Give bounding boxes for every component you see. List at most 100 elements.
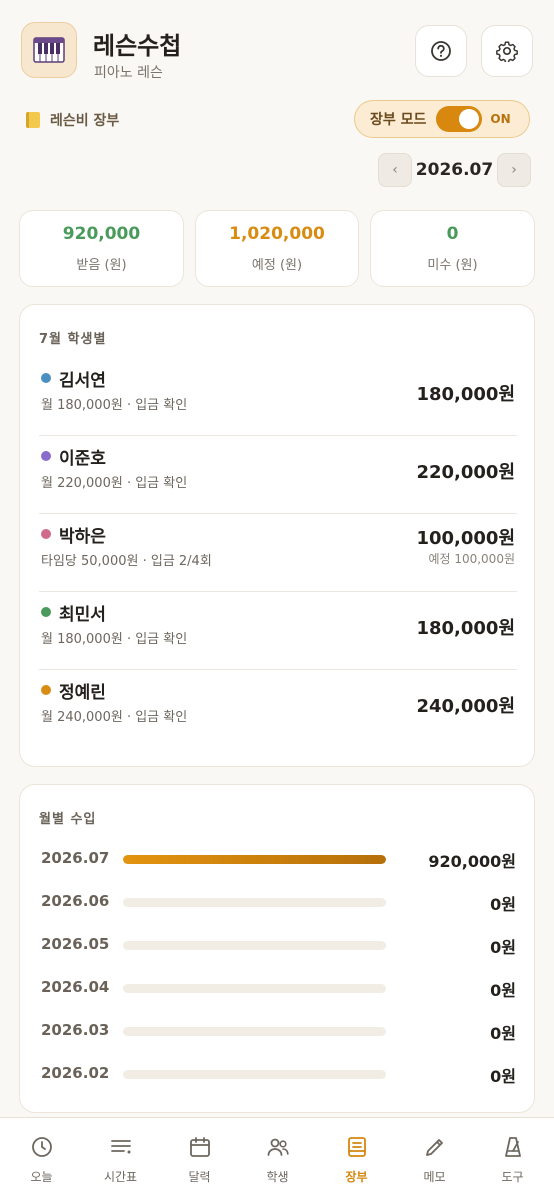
ledger-section-text: 레슨비 장부 <box>50 113 120 129</box>
current-month: 2026.07 <box>415 160 494 180</box>
ledger-mode-switch[interactable] <box>436 106 483 132</box>
student-row[interactable]: 최민서 월 180,000원 · 입금 확인 180,000원 <box>39 592 517 670</box>
income-bar-track <box>123 941 386 950</box>
income-amount: 920,000원 <box>428 852 516 871</box>
app-header: 레슨수첩 피아노 레슨 <box>0 0 554 100</box>
nav-item-students[interactable]: 학생 <box>238 1118 317 1200</box>
calendar-icon <box>189 1137 210 1157</box>
settings-button[interactable] <box>481 25 533 77</box>
student-amount: 220,000원 <box>416 462 515 483</box>
student-color-dot <box>41 529 51 539</box>
nav-label: 메모 <box>423 1170 446 1184</box>
students-panel-title: 7월 학생별 <box>39 332 107 347</box>
nav-item-memo[interactable]: 메모 <box>395 1118 474 1200</box>
scheduled-amount: 1,020,000 <box>229 224 325 244</box>
income-row: 2026.07 920,000원 <box>41 847 516 871</box>
students-panel: 7월 학생별 김서연 월 180,000원 · 입금 확인 180,000원 이… <box>19 304 535 767</box>
income-bar <box>123 855 386 864</box>
income-row: 2026.03 0원 <box>41 1019 516 1043</box>
income-bar-track <box>123 1027 386 1036</box>
student-name: 박하은 <box>59 527 106 547</box>
income-month: 2026.03 <box>41 1021 110 1039</box>
clock-icon <box>31 1137 52 1157</box>
ledger-mode-toggle[interactable]: 장부 모드 ON <box>354 100 530 138</box>
student-amount: 100,000원 <box>416 528 515 549</box>
app-subtitle: 피아노 레슨 <box>94 65 163 81</box>
nav-item-timetable[interactable]: 시간표 <box>81 1118 160 1200</box>
student-amount: 180,000원 <box>416 618 515 639</box>
income-month: 2026.04 <box>41 978 110 996</box>
income-amount: 0원 <box>490 895 516 914</box>
nav-label: 달력 <box>188 1170 211 1184</box>
app-title: 레슨수첩 <box>93 32 182 60</box>
monthly-income-panel: 월별 수입 2026.07 920,000원 2026.06 0원 2026.0… <box>19 784 535 1113</box>
bottom-navigation: 오늘 시간표 달력 학생 장부 메모 도구 <box>0 1117 554 1200</box>
student-detail: 타임당 50,000원 · 입금 2/4회 <box>41 554 212 569</box>
metronome-icon <box>504 1137 521 1157</box>
income-row: 2026.05 0원 <box>41 933 516 957</box>
nav-item-ledger[interactable]: 장부 <box>317 1118 396 1200</box>
summary-card-unpaid: 0 미수 (원) <box>370 210 535 287</box>
list-icon <box>110 1140 131 1154</box>
nav-label: 도구 <box>501 1170 524 1184</box>
ledger-mode-state: ON <box>490 112 511 126</box>
nav-item-tools[interactable]: 도구 <box>473 1118 552 1200</box>
notebook-icon <box>26 112 40 128</box>
prev-month-button[interactable]: ‹ <box>378 153 412 187</box>
nav-item-calendar[interactable]: 달력 <box>160 1118 239 1200</box>
income-bar-track <box>123 898 386 907</box>
student-row[interactable]: 이준호 월 220,000원 · 입금 확인 220,000원 <box>39 436 517 514</box>
income-amount: 0원 <box>490 981 516 1000</box>
income-month: 2026.07 <box>41 849 110 867</box>
nav-item-today[interactable]: 오늘 <box>2 1118 81 1200</box>
unpaid-amount: 0 <box>446 224 459 244</box>
student-amount: 180,000원 <box>416 384 515 405</box>
monthly-income-title: 월별 수입 <box>39 812 97 827</box>
question-circle-icon <box>431 41 451 61</box>
student-color-dot <box>41 373 51 383</box>
student-row[interactable]: 김서연 월 180,000원 · 입금 확인 180,000원 <box>39 358 517 436</box>
income-month: 2026.02 <box>41 1064 110 1082</box>
nav-label: 시간표 <box>103 1170 138 1184</box>
nav-label: 학생 <box>266 1170 289 1184</box>
pencil-icon <box>425 1139 443 1156</box>
student-detail: 월 180,000원 · 입금 확인 <box>41 398 188 413</box>
next-month-button[interactable]: › <box>497 153 531 187</box>
nav-label: 장부 <box>345 1170 368 1184</box>
ledger-mode-label: 장부 모드 <box>370 112 427 128</box>
income-bar-track <box>123 855 386 864</box>
student-row[interactable]: 박하은 타임당 50,000원 · 입금 2/4회 100,000원 예정 10… <box>39 514 517 592</box>
income-month: 2026.05 <box>41 935 110 953</box>
nav-label: 오늘 <box>30 1170 53 1184</box>
income-amount: 0원 <box>490 938 516 957</box>
student-row[interactable]: 정예린 월 240,000원 · 입금 확인 240,000원 <box>39 670 517 748</box>
income-month: 2026.06 <box>41 892 110 910</box>
summary-card-scheduled: 1,020,000 예정 (원) <box>195 210 359 287</box>
income-row: 2026.04 0원 <box>41 976 516 1000</box>
received-amount: 920,000 <box>62 224 141 244</box>
student-name: 최민서 <box>59 605 106 625</box>
student-name: 이준호 <box>59 449 106 469</box>
income-bar-track <box>123 984 386 993</box>
student-name: 김서연 <box>59 371 106 391</box>
scheduled-label: 예정 (원) <box>251 258 303 273</box>
help-button[interactable] <box>415 25 467 77</box>
income-amount: 0원 <box>490 1067 516 1086</box>
income-bar-track <box>123 1070 386 1079</box>
unpaid-label: 미수 (원) <box>427 258 478 273</box>
month-navigator: ‹ 2026.07 › <box>378 153 531 187</box>
student-color-dot <box>41 685 51 695</box>
student-detail: 월 220,000원 · 입금 확인 <box>41 476 188 491</box>
switch-knob <box>459 109 480 129</box>
piano-icon <box>21 22 77 78</box>
student-color-dot <box>41 607 51 617</box>
student-detail: 월 180,000원 · 입금 확인 <box>41 632 188 647</box>
student-color-dot <box>41 451 51 461</box>
income-amount: 0원 <box>490 1024 516 1043</box>
ledger-book-icon <box>347 1137 366 1157</box>
student-amount: 240,000원 <box>416 696 515 717</box>
received-label: 받음 (원) <box>76 258 127 273</box>
summary-card-received: 920,000 받음 (원) <box>19 210 184 287</box>
ledger-section-label: 레슨비 장부 <box>26 110 119 130</box>
income-row: 2026.02 0원 <box>41 1062 516 1086</box>
